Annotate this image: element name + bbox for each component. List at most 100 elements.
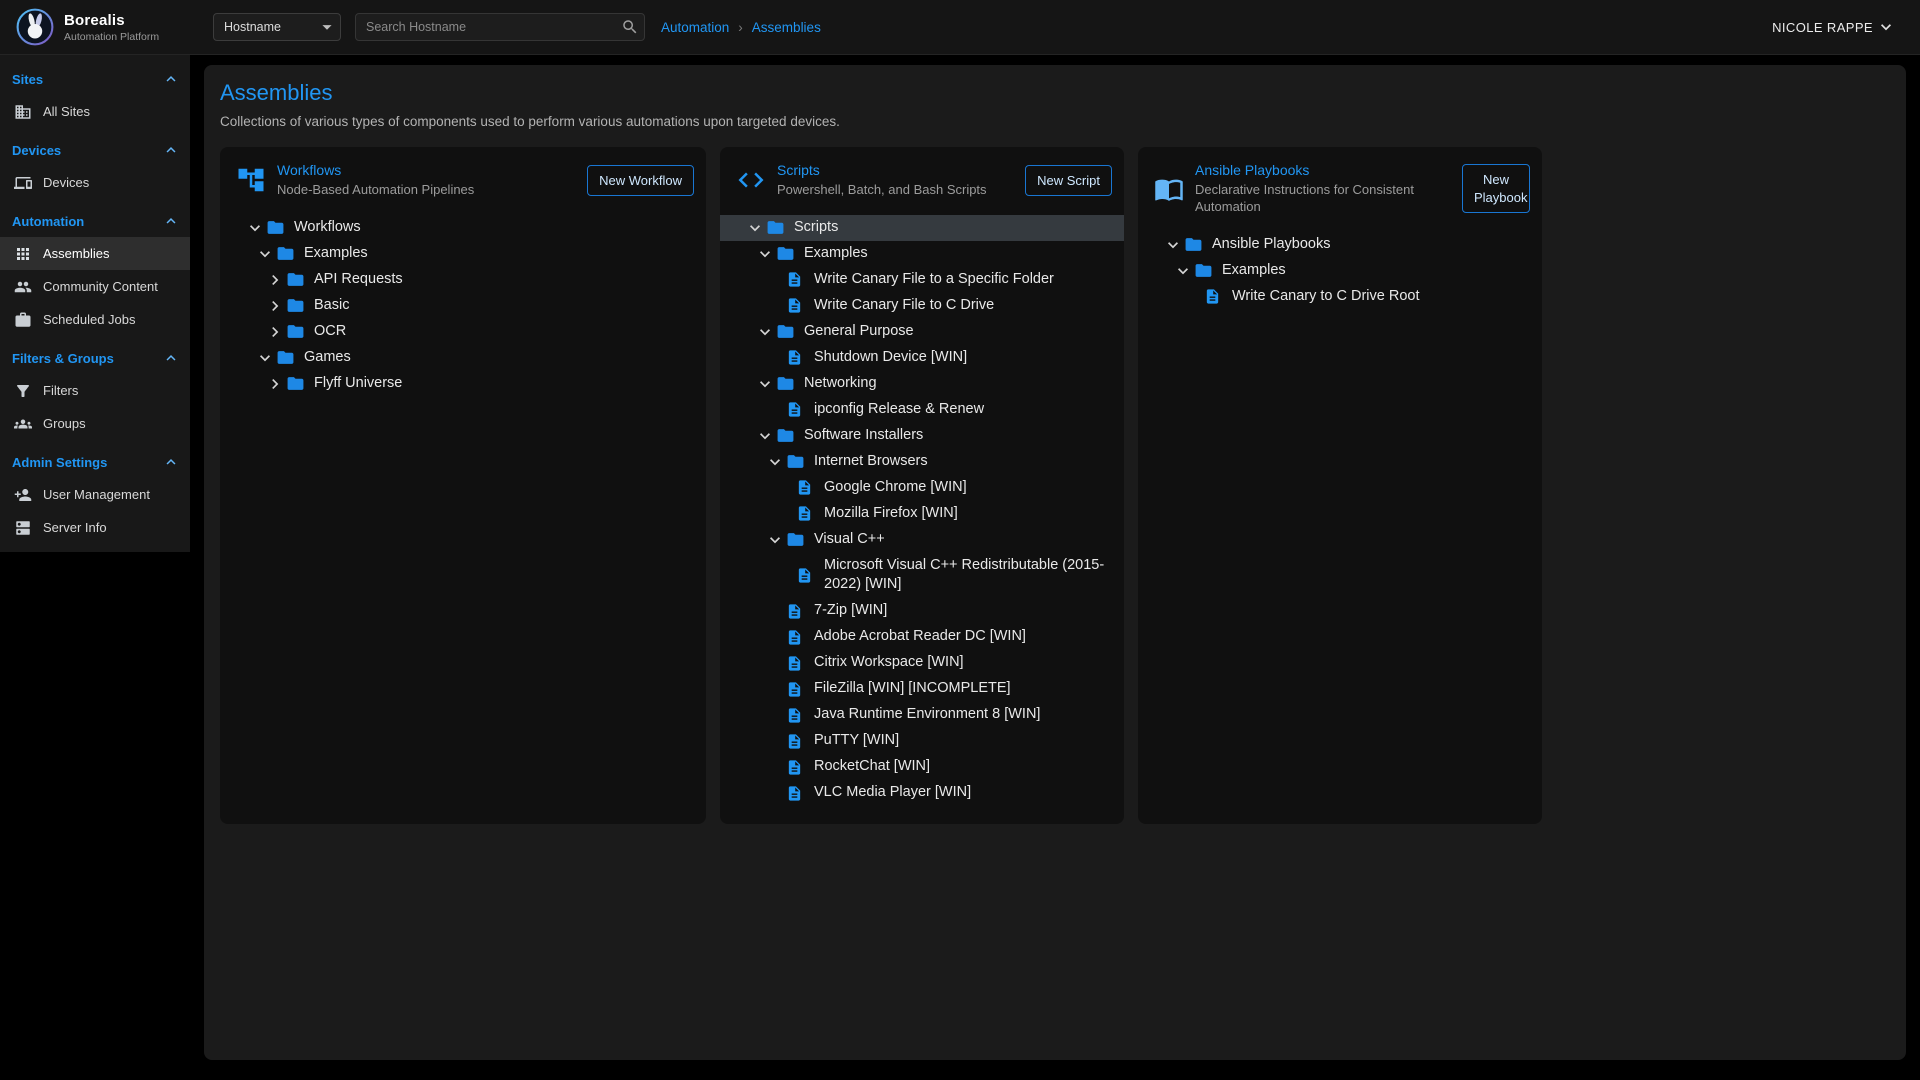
sidebar-item-label: Scheduled Jobs	[43, 312, 136, 327]
tree-file-citrix-workspace-win[interactable]: Citrix Workspace [WIN]	[720, 650, 1124, 676]
sidebar-item-assemblies[interactable]: Assemblies	[0, 237, 190, 270]
chevron-right-icon[interactable]	[264, 295, 286, 317]
chevron-down-icon[interactable]	[754, 425, 776, 447]
sidebar-item-server-info[interactable]: Server Info	[0, 511, 190, 544]
sidebar-section-header-automation[interactable]: Automation	[0, 205, 190, 237]
new-playbook-button[interactable]: New Playbook	[1462, 164, 1530, 213]
chevron-down-icon[interactable]	[1162, 234, 1184, 256]
new-workflow-button[interactable]: New Workflow	[587, 165, 694, 197]
sidebar-item-scheduled-jobs[interactable]: Scheduled Jobs	[0, 303, 190, 336]
sidebar-item-label: Assemblies	[43, 246, 109, 261]
tree-indent-spacer	[764, 269, 786, 291]
tree-file-7-zip-win[interactable]: 7-Zip [WIN]	[720, 598, 1124, 624]
tree-item-label: Examples	[804, 242, 868, 266]
folder-icon	[776, 322, 798, 341]
code-icon	[736, 165, 766, 195]
chevron-down-icon[interactable]	[244, 217, 266, 239]
chevron-down-icon[interactable]	[764, 529, 786, 551]
sidebar-section-header-filters-groups[interactable]: Filters & Groups	[0, 342, 190, 374]
sidebar-section-automation: Automation Assemblies Community Content Sch…	[0, 205, 190, 336]
sidebar-item-label: Groups	[43, 416, 86, 431]
tree-folder-internet-browsers[interactable]: Internet Browsers	[720, 449, 1124, 475]
file-icon	[786, 271, 808, 288]
tree-file-rocketchat-win[interactable]: RocketChat [WIN]	[720, 754, 1124, 780]
tree-file-mozilla-firefox-win[interactable]: Mozilla Firefox [WIN]	[720, 501, 1124, 527]
breadcrumb-assemblies[interactable]: Assemblies	[752, 20, 821, 35]
chevron-down-icon[interactable]	[754, 321, 776, 343]
file-icon	[1204, 288, 1226, 305]
folder-icon	[776, 426, 798, 445]
tree-item-label: Google Chrome [WIN]	[824, 476, 967, 500]
sidebar-item-label: All Sites	[43, 104, 90, 119]
sidebar-section-header-sites[interactable]: Sites	[0, 63, 190, 95]
tree-item-label: Flyff Universe	[314, 372, 402, 396]
tree-item-label: Basic	[314, 294, 349, 318]
tree-folder-ansible-playbooks[interactable]: Ansible Playbooks	[1138, 232, 1542, 258]
sidebar-item-all-sites[interactable]: All Sites	[0, 95, 190, 128]
tree-folder-examples[interactable]: Examples	[720, 241, 1124, 267]
tree-folder-visual-c[interactable]: Visual C++	[720, 527, 1124, 553]
sites-icon	[14, 103, 32, 121]
tree-file-google-chrome-win[interactable]: Google Chrome [WIN]	[720, 475, 1124, 501]
chevron-down-icon[interactable]	[754, 373, 776, 395]
tree-file-write-canary-file-to-c-drive[interactable]: Write Canary File to C Drive	[720, 293, 1124, 319]
chevron-down-icon[interactable]	[254, 243, 276, 265]
tree-folder-ocr[interactable]: OCR	[220, 319, 706, 345]
sidebar-item-community-content[interactable]: Community Content	[0, 270, 190, 303]
user-menu[interactable]: NICOLE RAPPE	[1772, 17, 1896, 37]
tree-indent-spacer	[764, 295, 786, 317]
tree-folder-flyff-universe[interactable]: Flyff Universe	[220, 371, 706, 397]
card-workflows: Workflows Node-Based Automation Pipelines…	[220, 147, 706, 824]
tree-item-label: ipconfig Release & Renew	[814, 398, 984, 422]
tree-indent-spacer	[764, 756, 786, 778]
sidebar-item-groups[interactable]: Groups	[0, 407, 190, 440]
tree-indent-spacer	[764, 730, 786, 752]
folder-icon	[286, 374, 308, 393]
tree-file-putty-win[interactable]: PuTTY [WIN]	[720, 728, 1124, 754]
card-subtitle: Node-Based Automation Pipelines	[277, 182, 576, 199]
tree-item-label: Mozilla Firefox [WIN]	[824, 502, 958, 526]
tree-file-write-canary-to-c-drive-root[interactable]: Write Canary to C Drive Root	[1138, 284, 1542, 310]
chevron-down-icon[interactable]	[764, 451, 786, 473]
tree-file-shutdown-device-win[interactable]: Shutdown Device [WIN]	[720, 345, 1124, 371]
chevron-down-icon[interactable]	[744, 217, 766, 239]
tree-file-java-runtime-environment-8-win[interactable]: Java Runtime Environment 8 [WIN]	[720, 702, 1124, 728]
tree-folder-api-requests[interactable]: API Requests	[220, 267, 706, 293]
chevron-down-icon[interactable]	[254, 347, 276, 369]
tree-folder-examples[interactable]: Examples	[1138, 258, 1542, 284]
tree-file-vlc-media-player-win[interactable]: VLC Media Player [WIN]	[720, 780, 1124, 806]
chevron-right-icon[interactable]	[264, 269, 286, 291]
tree-folder-scripts[interactable]: Scripts	[720, 215, 1124, 241]
sidebar-section-header-devices[interactable]: Devices	[0, 134, 190, 166]
search-icon[interactable]	[621, 18, 639, 36]
sidebar-item-user-management[interactable]: User Management	[0, 478, 190, 511]
brand[interactable]: Borealis Automation Platform	[16, 8, 190, 46]
tree-file-microsoft-visual-c-redistributable-2015-2022-win[interactable]: Microsoft Visual C++ Redistributable (20…	[720, 553, 1124, 598]
chevron-right-icon[interactable]	[264, 373, 286, 395]
tree-folder-networking[interactable]: Networking	[720, 371, 1124, 397]
chevron-right-icon[interactable]	[264, 321, 286, 343]
search-input[interactable]	[355, 13, 645, 41]
breadcrumb-automation[interactable]: Automation	[661, 20, 729, 35]
chevron-down-icon[interactable]	[1172, 260, 1194, 282]
tree-file-write-canary-file-to-a-specific-folder[interactable]: Write Canary File to a Specific Folder	[720, 267, 1124, 293]
sidebar-item-devices[interactable]: Devices	[0, 166, 190, 199]
tree-folder-software-installers[interactable]: Software Installers	[720, 423, 1124, 449]
brand-text: Borealis Automation Platform	[64, 12, 159, 43]
tree-item-label: Ansible Playbooks	[1212, 233, 1331, 257]
sidebar-item-filters[interactable]: Filters	[0, 374, 190, 407]
tree-file-filezilla-win-incomplete[interactable]: FileZilla [WIN] [INCOMPLETE]	[720, 676, 1124, 702]
new-script-button[interactable]: New Script	[1025, 165, 1112, 197]
tree-folder-examples[interactable]: Examples	[220, 241, 706, 267]
chevron-down-icon[interactable]	[754, 243, 776, 265]
tree-folder-games[interactable]: Games	[220, 345, 706, 371]
tree-folder-basic[interactable]: Basic	[220, 293, 706, 319]
tree-folder-workflows[interactable]: Workflows	[220, 215, 706, 241]
hostname-select[interactable]: Hostname	[213, 13, 341, 41]
tree-folder-general-purpose[interactable]: General Purpose	[720, 319, 1124, 345]
sidebar-section-header-admin-settings[interactable]: Admin Settings	[0, 446, 190, 478]
tree-file-ipconfig-release-renew[interactable]: ipconfig Release & Renew	[720, 397, 1124, 423]
tree-file-adobe-acrobat-reader-dc-win[interactable]: Adobe Acrobat Reader DC [WIN]	[720, 624, 1124, 650]
chevron-up-icon	[162, 349, 180, 367]
page-description: Collections of various types of componen…	[220, 114, 1890, 129]
